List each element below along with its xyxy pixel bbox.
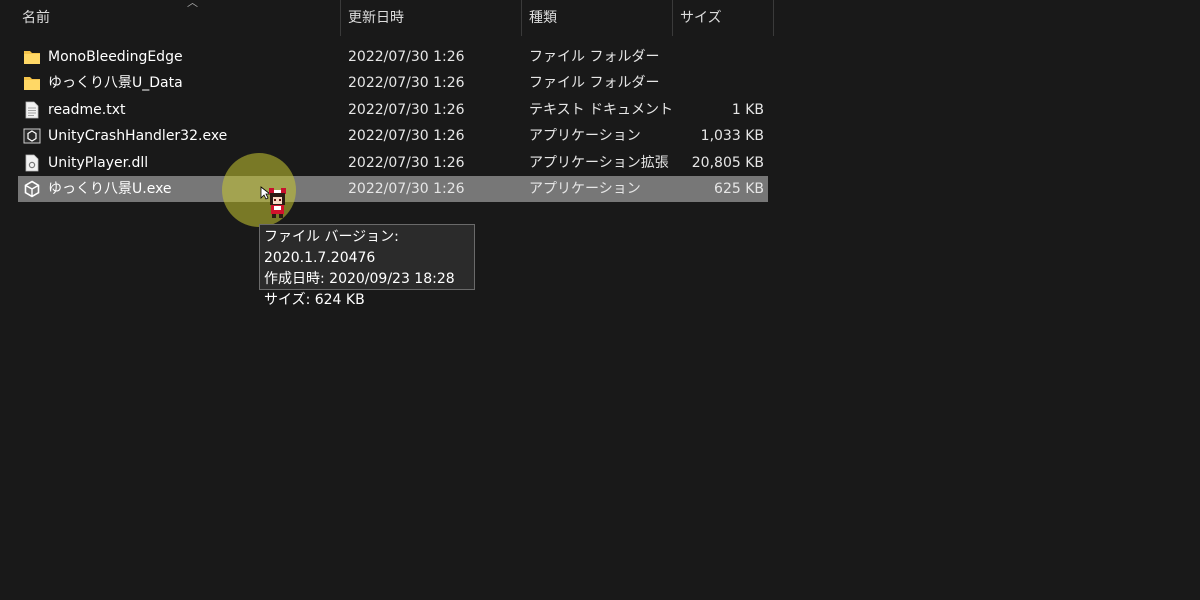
file-row-crashhandler[interactable]: UnityCrashHandler32.exe 2022/07/30 1:26 … <box>18 123 768 149</box>
tooltip-created: 作成日時: 2020/09/23 18:28 <box>264 271 455 287</box>
unity-app-icon <box>24 180 40 198</box>
unity-app-icon <box>23 128 41 144</box>
column-header-name-label: 名前 <box>22 10 50 26</box>
file-size: 1 KB <box>731 102 764 118</box>
column-header-size[interactable]: サイズ <box>673 0 774 36</box>
file-name: UnityPlayer.dll <box>48 155 149 171</box>
column-header-date-label: 更新日時 <box>348 10 404 26</box>
file-row-data-folder[interactable]: ゆっくり八景U_Data 2022/07/30 1:26 ファイル フォルダー <box>18 70 768 96</box>
column-header-bar: 名前 ︿ 更新日時 種類 サイズ <box>0 0 774 36</box>
file-type: アプリケーション拡張 <box>529 155 669 171</box>
tooltip-version: ファイル バージョン: 2020.1.7.20476 <box>264 229 399 266</box>
file-row-main-exe[interactable]: ゆっくり八景U.exe 2022/07/30 1:26 アプリケーション 625… <box>18 176 768 202</box>
file-row-readme[interactable]: readme.txt 2022/07/30 1:26 テキスト ドキュメント 1… <box>18 97 768 123</box>
column-header-type-label: 種類 <box>529 10 557 26</box>
column-header-date[interactable]: 更新日時 <box>341 0 522 36</box>
column-header-size-label: サイズ <box>680 10 722 26</box>
file-date: 2022/07/30 1:26 <box>348 75 465 91</box>
column-divider[interactable] <box>773 0 774 36</box>
file-date: 2022/07/30 1:26 <box>348 155 465 171</box>
file-size: 625 KB <box>714 181 764 197</box>
file-date: 2022/07/30 1:26 <box>348 128 465 144</box>
dll-file-icon <box>25 154 39 172</box>
file-name: ゆっくり八景U_Data <box>48 75 183 91</box>
file-type: アプリケーション <box>529 128 641 144</box>
file-name: MonoBleedingEdge <box>48 49 183 65</box>
file-type: ファイル フォルダー <box>529 75 660 91</box>
file-size: 20,805 KB <box>691 155 764 171</box>
file-type: アプリケーション <box>529 181 641 197</box>
file-date: 2022/07/30 1:26 <box>348 102 465 118</box>
tooltip-size: サイズ: 624 KB <box>264 292 365 308</box>
folder-icon <box>24 51 40 64</box>
file-date: 2022/07/30 1:26 <box>348 49 465 65</box>
file-tooltip: ファイル バージョン: 2020.1.7.20476 作成日時: 2020/09… <box>259 224 475 308</box>
file-name: UnityCrashHandler32.exe <box>48 128 228 144</box>
folder-icon <box>24 77 40 90</box>
file-row-unityplayer-dll[interactable]: UnityPlayer.dll 2022/07/30 1:26 アプリケーション… <box>18 150 768 176</box>
column-header-type[interactable]: 種類 <box>522 0 673 36</box>
sort-ascending-icon: ︿ <box>187 0 198 9</box>
column-header-name[interactable]: 名前 ︿ <box>15 0 341 36</box>
text-file-icon <box>25 101 39 119</box>
file-size: 1,033 KB <box>700 128 764 144</box>
file-name: ゆっくり八景U.exe <box>48 181 172 197</box>
file-name: readme.txt <box>48 102 126 118</box>
file-type: テキスト ドキュメント <box>529 102 674 118</box>
file-date: 2022/07/30 1:26 <box>348 181 465 197</box>
file-row-monobleedingedge[interactable]: MonoBleedingEdge 2022/07/30 1:26 ファイル フォ… <box>18 44 768 70</box>
mouse-cursor-character-icon <box>260 186 286 218</box>
file-type: ファイル フォルダー <box>529 49 660 65</box>
